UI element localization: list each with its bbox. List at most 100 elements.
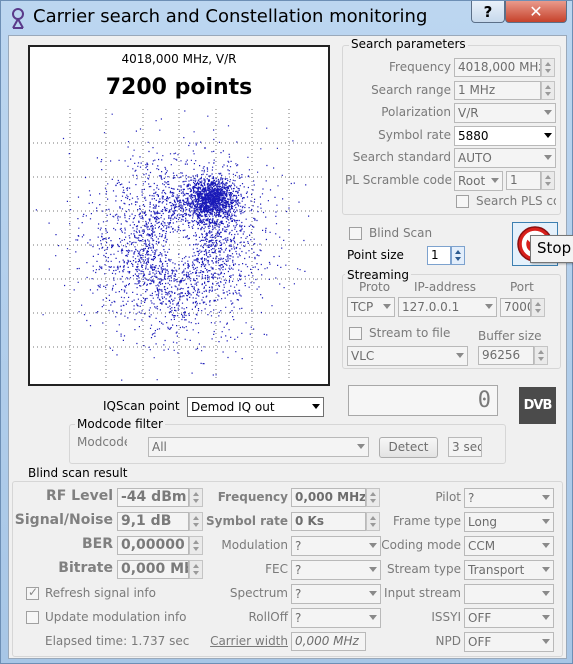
stream-type-label: Stream type	[386, 562, 461, 576]
proto-value: TCP	[351, 300, 374, 314]
search-range-label: Search range	[371, 83, 451, 97]
iqscan-select[interactable]: Demod IQ out	[187, 397, 324, 417]
frequency-spinner[interactable]	[541, 58, 555, 77]
bitrate-field: 0,000 Mb	[117, 560, 189, 579]
search-range-spinner[interactable]	[541, 81, 555, 100]
search-standard-select[interactable]: AUTO	[454, 148, 556, 168]
coding-mode-label: Coding mode	[381, 538, 461, 552]
spectrum-value: ?	[295, 587, 302, 601]
input-stream-select[interactable]	[464, 584, 554, 604]
constellation-canvas	[33, 109, 325, 381]
point-size-spinner[interactable]	[451, 246, 465, 265]
spectrum-select[interactable]: ?	[291, 584, 381, 604]
rolloff-select[interactable]: ?	[291, 608, 381, 628]
bitrate-spinner	[189, 560, 203, 579]
pl-scramble-code-field[interactable]: 1	[506, 171, 541, 190]
refresh-signal-label: Refresh signal info	[45, 586, 156, 600]
coding-mode-select[interactable]: CCM	[464, 536, 554, 556]
counter-value: 0	[477, 388, 491, 413]
polarization-label: Polarization	[381, 105, 451, 119]
window-title: Carrier search and Constellation monitor…	[33, 6, 428, 27]
search-range-field[interactable]: 1 MHz	[454, 81, 541, 100]
pilot-select[interactable]: ?	[464, 488, 554, 508]
issyi-select[interactable]: OFF	[464, 608, 554, 628]
search-pls-label: Search PLS code	[476, 194, 556, 208]
refresh-signal-checkbox[interactable]	[26, 585, 39, 600]
player-select[interactable]: VLC	[347, 346, 468, 366]
ber-spinner	[189, 536, 203, 555]
constellation-dots	[35, 110, 310, 381]
fec-select[interactable]: ?	[291, 560, 381, 580]
carrier-width-label: Carrier width	[210, 634, 288, 648]
dvb-logo: DVB	[519, 387, 556, 424]
counter-display: 0	[348, 385, 498, 416]
modulation-select[interactable]: ?	[291, 536, 381, 556]
polarization-select[interactable]: V/R	[454, 103, 556, 123]
rolloff-label: RollOff	[248, 610, 288, 624]
ber-field: 0,00000	[117, 536, 189, 555]
elapsed-time: Elapsed time: 1.737 sec	[45, 634, 190, 648]
plot-frequency-label: 4018,000 MHz, V/R	[121, 52, 237, 66]
ber-label: BER	[81, 536, 113, 552]
point-size-field[interactable]: 1	[427, 246, 451, 265]
result-symbol-rate-label: Symbol rate	[206, 514, 288, 528]
pl-scramble-mode-select[interactable]: Root	[454, 171, 503, 191]
coding-mode-value: CCM	[468, 539, 496, 553]
result-symbol-rate-field: 0 Ks	[291, 512, 366, 531]
ip-address-select[interactable]: 127.0.0.1	[398, 297, 497, 317]
modcode-select[interactable]: All	[148, 437, 369, 457]
close-button[interactable]: ✕	[505, 1, 567, 23]
result-frequency-field: 0,000 MHz	[291, 488, 366, 507]
help-button[interactable]: ?	[471, 1, 505, 23]
detect-button[interactable]: Detect	[379, 437, 438, 458]
polarization-value: V/R	[458, 106, 479, 120]
symbol-rate-value: 5880	[458, 129, 489, 143]
update-modulation-label: Update modulation info	[45, 610, 187, 624]
pilot-label: Pilot	[435, 490, 461, 504]
detect-interval-value: 3 sec	[452, 440, 482, 454]
modcode-label: Modcode	[77, 435, 127, 449]
snr-label-clip: Signal/Noise	[9, 512, 114, 532]
symbol-rate-select[interactable]: 5880	[454, 126, 556, 146]
rf-level-field: -44 dBm	[117, 488, 189, 507]
result-frequency-label: Frequency	[217, 490, 288, 504]
snr-label: Signal/Noise	[14, 512, 113, 528]
modcode-filter-title: Modcode filter	[75, 417, 165, 431]
update-modulation-checkbox[interactable]	[26, 611, 39, 624]
symbol-rate-label: Symbol rate	[378, 128, 451, 142]
frequency-field[interactable]: 4018,000 MHz	[454, 58, 541, 77]
rolloff-value: ?	[295, 611, 302, 625]
stop-tooltip: Stop	[530, 235, 573, 263]
frame-type-value: Long	[468, 515, 498, 529]
npd-value: OFF	[468, 635, 492, 649]
search-standard-value: AUTO	[458, 151, 492, 165]
npd-label: NPD	[435, 634, 461, 648]
pl-scramble-spinner[interactable]	[541, 171, 555, 190]
plot-points-label: 7200 points	[105, 75, 253, 100]
detect-interval-select[interactable]: 3 sec	[448, 437, 482, 457]
port-field[interactable]: 7000	[500, 298, 531, 317]
buffer-size-field[interactable]: 96256	[478, 346, 534, 365]
iqscan-label: IQScan point	[103, 399, 180, 413]
spectrum-label: Spectrum	[229, 586, 288, 600]
frame-type-select[interactable]: Long	[464, 512, 554, 532]
port-spinner[interactable]	[531, 298, 545, 317]
issyi-value: OFF	[468, 611, 492, 625]
input-stream-label: Input stream	[384, 586, 461, 600]
bitrate-label: Bitrate	[58, 560, 113, 576]
title-bar: Carrier search and Constellation monitor…	[1, 1, 573, 35]
player-value: VLC	[351, 349, 375, 363]
stream-to-file-checkbox[interactable]	[349, 327, 362, 340]
search-pls-checkbox[interactable]	[456, 195, 469, 208]
constellation-plot: 4018,000 MHz, V/R 7200 points	[28, 45, 330, 386]
blind-scan-checkbox[interactable]	[349, 227, 362, 240]
stream-type-select[interactable]: Transport	[464, 560, 554, 580]
iqscan-value: Demod IQ out	[191, 400, 275, 414]
fec-label: FEC	[265, 562, 288, 576]
buffer-size-spinner[interactable]	[534, 346, 548, 365]
search-parameters-title: Search parameters	[349, 37, 468, 51]
dvb-logo-text: DVB	[523, 398, 553, 413]
port-header: Port	[510, 280, 534, 294]
proto-select[interactable]: TCP	[347, 297, 395, 317]
npd-select[interactable]: OFF	[464, 632, 554, 652]
